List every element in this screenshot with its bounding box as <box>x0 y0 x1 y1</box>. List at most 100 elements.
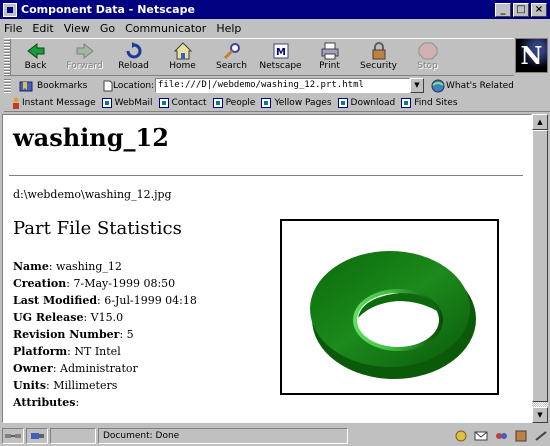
connection-status[interactable] <box>2 428 24 444</box>
personal-instant-message[interactable]: Instant Message <box>10 97 96 109</box>
property-value: 7-May-1999 08:50 <box>73 277 176 290</box>
property-row: Name: washing_12 <box>13 260 122 273</box>
property-key: Owner <box>13 362 53 375</box>
forward-button[interactable]: Forward <box>60 39 109 71</box>
close-button[interactable]: × <box>531 2 547 17</box>
print-button[interactable]: Print <box>305 39 354 71</box>
reload-button[interactable]: Reload <box>109 39 158 71</box>
location-grip[interactable] <box>4 78 11 93</box>
properties-list: Name: washing_12 Creation: 7-May-1999 08… <box>13 258 197 411</box>
location-toolbar: Bookmarks Location: file:///D|/webdemo/w… <box>4 77 550 94</box>
bookmarks-label: Bookmarks <box>37 80 88 91</box>
security-status[interactable] <box>26 428 48 444</box>
personal-yellow-pages[interactable]: Yellow Pages <box>261 98 332 108</box>
location-label: Location: <box>103 80 155 92</box>
netscape-label: Netscape <box>259 61 302 71</box>
property-row: Revision Number: 5 <box>13 328 134 341</box>
netscape-app-icon[interactable] <box>3 2 17 17</box>
bookmark-page-icon <box>337 98 348 108</box>
bookmark-page-icon <box>401 98 412 108</box>
progress-bar <box>50 428 96 444</box>
personal-webmail[interactable]: WebMail <box>101 98 153 108</box>
property-key: Name <box>13 260 49 273</box>
toolbar-grip[interactable] <box>4 39 11 75</box>
netscape-icon: M <box>273 43 288 59</box>
scroll-up-button[interactable]: ▲ <box>532 114 548 130</box>
page-content: washing_12 d:\webdemo\washing_12.jpg Par… <box>2 114 532 423</box>
netscape-logo[interactable]: N <box>515 38 548 73</box>
status-text: Document: Done <box>98 428 348 444</box>
netscape-button[interactable]: M Netscape <box>256 39 305 71</box>
personal-people[interactable]: People <box>212 98 255 108</box>
location-label-text: Location: <box>113 80 155 91</box>
search-label: Search <box>216 61 247 71</box>
washer-ring-image <box>310 251 476 379</box>
property-key: Revision Number <box>13 328 120 341</box>
minimize-button[interactable]: _ <box>495 2 511 17</box>
security-lock-icon <box>372 42 385 60</box>
property-key: Units <box>13 379 47 392</box>
section-title: Part File Statistics <box>13 218 182 239</box>
navigation-toolbar: Back Forward Reload Home Search M Netsca… <box>4 38 514 76</box>
title-bar: Component Data - Netscape _ □ × <box>0 0 550 19</box>
page-title: washing_12 <box>13 123 169 152</box>
property-key: Attributes <box>13 396 76 409</box>
bookmarks-button[interactable]: Bookmarks <box>19 80 103 92</box>
property-key: Creation <box>13 277 67 290</box>
part-image[interactable] <box>280 219 499 395</box>
home-button[interactable]: Home <box>158 39 207 71</box>
address-book-icon[interactable] <box>514 430 528 442</box>
property-row: Last Modified: 6-Jul-1999 04:18 <box>13 294 197 307</box>
back-button[interactable]: Back <box>11 39 60 71</box>
property-value: 5 <box>126 328 134 341</box>
bookmark-page-icon <box>158 98 169 108</box>
reload-icon <box>126 42 141 59</box>
whats-related-button[interactable]: What's Related <box>430 79 514 93</box>
whats-related-label: What's Related <box>446 80 514 91</box>
location-page-icon[interactable] <box>103 80 113 92</box>
property-value: V15.0 <box>90 311 124 324</box>
menu-view[interactable]: View <box>64 22 90 35</box>
navigator-icon[interactable] <box>454 430 468 442</box>
property-value: Administrator <box>60 362 138 375</box>
property-value: washing_12 <box>56 260 122 273</box>
component-bar <box>454 430 548 442</box>
personal-contact[interactable]: Contact <box>158 98 207 108</box>
search-button[interactable]: Search <box>207 39 256 71</box>
menu-communicator[interactable]: Communicator <box>125 22 206 35</box>
personal-find-sites[interactable]: Find Sites <box>401 98 458 108</box>
bookmark-page-icon <box>212 98 223 108</box>
location-input[interactable]: file:///D|/webdemo/washing_12.prt.html <box>155 78 410 93</box>
stop-button[interactable]: Stop <box>403 39 452 71</box>
location-dropdown-button[interactable]: ▼ <box>410 78 424 93</box>
scroll-down-button[interactable]: ▼ <box>532 407 548 423</box>
mail-icon[interactable] <box>474 430 488 442</box>
bookmark-page-icon <box>261 98 272 108</box>
reload-label: Reload <box>118 61 149 71</box>
personal-item-label: Download <box>350 98 396 108</box>
composer-icon[interactable] <box>534 430 548 442</box>
whats-related-icon <box>431 79 445 92</box>
scroll-thumb[interactable] <box>532 130 548 402</box>
personal-toolbar: Instant Message WebMail Contact People Y… <box>4 95 550 112</box>
security-label: Security <box>360 61 397 71</box>
menu-go[interactable]: Go <box>100 22 115 35</box>
menu-file[interactable]: File <box>4 22 22 35</box>
instant-message-icon <box>13 97 19 109</box>
menu-edit[interactable]: Edit <box>32 22 53 35</box>
security-button[interactable]: Security <box>354 39 403 71</box>
personal-item-label: WebMail <box>114 98 153 108</box>
property-value: NT Intel <box>74 345 121 358</box>
personal-download[interactable]: Download <box>337 98 396 108</box>
forward-label: Forward <box>66 61 103 71</box>
plug-icon <box>31 433 44 439</box>
maximize-button[interactable]: □ <box>513 2 529 17</box>
menu-help[interactable]: Help <box>216 22 241 35</box>
vertical-scrollbar[interactable]: ▲ ▼ <box>532 114 548 423</box>
back-label: Back <box>24 61 47 71</box>
newsgroups-icon[interactable] <box>494 430 508 442</box>
property-key: UG Release <box>13 311 84 324</box>
window-controls: _ □ × <box>495 2 547 17</box>
menu-bar: File Edit View Go Communicator Help <box>0 19 550 37</box>
search-icon <box>223 43 240 60</box>
